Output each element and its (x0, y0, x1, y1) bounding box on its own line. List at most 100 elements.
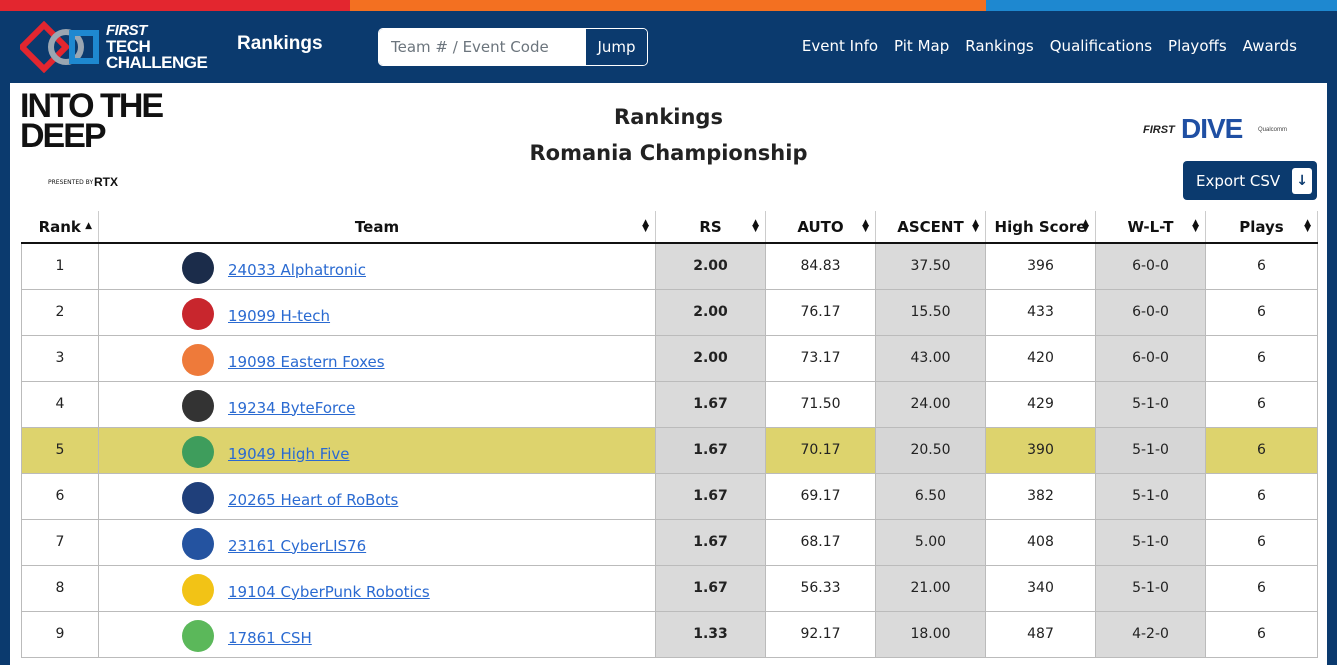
ascent-cell: 24.00 (875, 380, 986, 428)
col-rs[interactable]: RS ▲ ▼ (655, 211, 766, 244)
search-input[interactable] (379, 29, 585, 65)
download-icon: ↓ (1292, 167, 1313, 194)
col-high-score[interactable]: High Score ▲ ▼ (985, 211, 1096, 244)
high-score-cell: 390 (985, 426, 1096, 474)
team-cell: 17861 CSH (98, 610, 656, 658)
rtx-logo: RTX (94, 175, 118, 189)
rank-cell: 4 (21, 380, 99, 428)
nav-title: Rankings (237, 33, 323, 54)
plays-cell: 6 (1205, 610, 1318, 658)
auto-cell: 68.17 (765, 518, 876, 566)
jump-button[interactable]: Jump (585, 29, 647, 65)
auto-cell: 71.50 (765, 380, 876, 428)
ascent-cell: 15.50 (875, 288, 986, 336)
auto-cell: 84.83 (765, 242, 876, 290)
rankings-table: Rank ▲ Team ▲ ▼ RS ▲ ▼ AUTO ▲ ▼ ASCENT ▲ ▼ High S… (21, 211, 1318, 658)
nav-awards[interactable]: Awards (1243, 37, 1297, 55)
table-row: 9 17861 CSH 1.33 92.17 18.00 487 4-2-0 6 (21, 610, 1318, 658)
wlt-cell: 5-1-0 (1095, 426, 1206, 474)
wlt-cell: 5-1-0 (1095, 472, 1206, 520)
nav-rankings[interactable]: Rankings (965, 37, 1034, 55)
team-link[interactable]: 23161 CyberLIS76 (228, 537, 366, 555)
wolf-icon (182, 252, 214, 284)
navbar: FIRST TECH CHALLENGE Rankings Jump Event… (0, 11, 1337, 83)
auto-cell: 70.17 (765, 426, 876, 474)
table-row: 4 19234 ByteForce 1.67 71.50 24.00 429 5-1-0 6 (21, 380, 1318, 428)
nav-playoffs[interactable]: Playoffs (1168, 37, 1227, 55)
sort-icon: ▲ ▼ (1082, 218, 1089, 234)
ftc-logo-icon (17, 20, 99, 74)
high-score-cell: 429 (985, 380, 1096, 428)
team-link[interactable]: 20265 Heart of RoBots (228, 491, 398, 509)
ascent-cell: 5.00 (875, 518, 986, 566)
team-link[interactable]: 24033 Alphatronic (228, 261, 366, 279)
csh-icon (182, 619, 214, 652)
ascent-cell: 43.00 (875, 334, 986, 382)
rank-cell: 1 (21, 242, 99, 290)
high-score-cell: 408 (985, 518, 1096, 566)
byteforce-icon (182, 389, 214, 422)
sort-icon: ▲ ▼ (642, 218, 649, 234)
auto-cell: 76.17 (765, 288, 876, 336)
nav-pit-map[interactable]: Pit Map (894, 37, 949, 55)
col-plays[interactable]: Plays ▲ ▼ (1205, 211, 1318, 244)
wlt-cell: 5-1-0 (1095, 380, 1206, 428)
team-link[interactable]: 19049 High Five (228, 445, 350, 463)
ftc-logo-text: FIRST TECH CHALLENGE (106, 23, 208, 72)
col-wlt[interactable]: W-L-T ▲ ▼ (1095, 211, 1206, 244)
sort-icon: ▲ ▼ (1304, 218, 1311, 234)
rs-cell: 2.00 (655, 334, 766, 382)
ascent-cell: 6.50 (875, 472, 986, 520)
auto-cell: 73.17 (765, 334, 876, 382)
wlt-cell: 6-0-0 (1095, 334, 1206, 382)
sort-icon: ▲ ▼ (1192, 218, 1199, 234)
rank-cell: 2 (21, 288, 99, 336)
rank-cell: 9 (21, 610, 99, 658)
top-color-stripe (0, 0, 1337, 11)
team-link[interactable]: 19104 CyberPunk Robotics (228, 583, 430, 601)
rs-cell: 1.67 (655, 472, 766, 520)
table-row: 3 19098 Eastern Foxes 2.00 73.17 43.00 420 6-0… (21, 334, 1318, 382)
wlt-cell: 5-1-0 (1095, 564, 1206, 612)
ascent-cell: 37.50 (875, 242, 986, 290)
high-score-cell: 396 (985, 242, 1096, 290)
team-link[interactable]: 19234 ByteForce (228, 399, 355, 417)
rank-cell: 7 (21, 518, 99, 566)
event-name: Romania Championship (529, 141, 808, 165)
plays-cell: 6 (1205, 288, 1318, 336)
sort-asc-icon: ▲ (85, 221, 92, 231)
auto-cell: 69.17 (765, 472, 876, 520)
col-team[interactable]: Team ▲ ▼ (98, 211, 656, 244)
nav-qualifications[interactable]: Qualifications (1050, 37, 1152, 55)
plays-cell: 6 (1205, 242, 1318, 290)
col-rank[interactable]: Rank ▲ (21, 211, 99, 244)
table-row: 1 24033 Alphatronic 2.00 84.83 37.50 396 6-0-0… (21, 242, 1318, 290)
wlt-cell: 6-0-0 (1095, 242, 1206, 290)
logo-challenge: CHALLENGE (106, 53, 208, 72)
plays-cell: 6 (1205, 518, 1318, 566)
nav-event-info[interactable]: Event Info (802, 37, 878, 55)
team-link[interactable]: 19098 Eastern Foxes (228, 353, 385, 371)
export-csv-label: Export CSV (1196, 171, 1281, 190)
export-csv-button[interactable]: Export CSV ↓ (1183, 161, 1317, 200)
team-link[interactable]: 17861 CSH (228, 629, 312, 647)
sort-icon: ▲ ▼ (862, 218, 869, 234)
team-link[interactable]: 19099 H-tech (228, 307, 330, 325)
hand-icon (182, 435, 214, 468)
page-title: Rankings (614, 105, 723, 129)
plays-cell: 6 (1205, 564, 1318, 612)
ftc-logo[interactable]: FIRST TECH CHALLENGE (17, 20, 215, 74)
chain-icon (182, 527, 214, 560)
plays-cell: 6 (1205, 380, 1318, 428)
torii-icon (182, 297, 214, 330)
rank-cell: 8 (21, 564, 99, 612)
qualcomm-logo: Qualcomm (1258, 127, 1288, 133)
stripe-orange (350, 0, 986, 11)
col-ascent[interactable]: ASCENT ▲ ▼ (875, 211, 986, 244)
sort-icon: ▲ ▼ (972, 218, 979, 234)
col-auto[interactable]: AUTO ▲ ▼ (765, 211, 876, 244)
rs-cell: 1.67 (655, 380, 766, 428)
team-cell: 20265 Heart of RoBots (98, 472, 656, 520)
plays-cell: 6 (1205, 426, 1318, 474)
wlt-cell: 4-2-0 (1095, 610, 1206, 658)
